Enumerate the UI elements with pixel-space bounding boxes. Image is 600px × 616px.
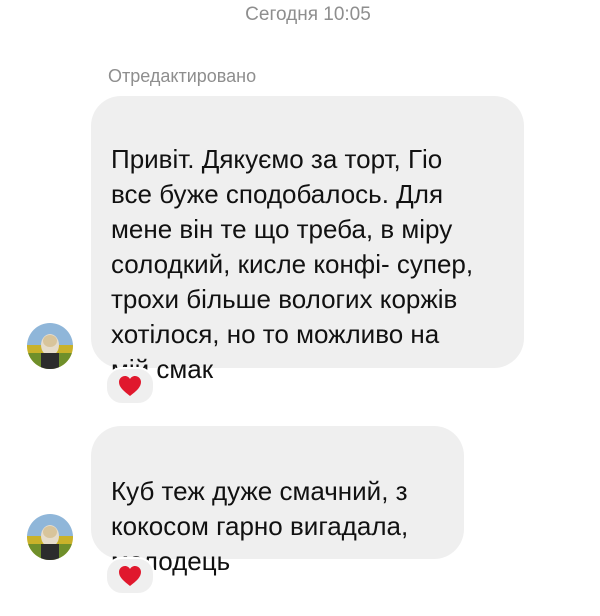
avatar-photo <box>27 514 73 560</box>
timestamp: Сегодня 10:05 <box>245 4 371 25</box>
message-text: Куб теж дуже смачний, з кокосом гарно ви… <box>111 476 409 576</box>
reaction-badge[interactable] <box>105 367 155 405</box>
avatar-photo <box>27 323 73 369</box>
reaction-badge[interactable] <box>105 557 155 595</box>
avatar[interactable] <box>27 323 73 369</box>
message-bubble[interactable]: Куб теж дуже смачний, з кокосом гарно ви… <box>91 426 464 576</box>
edited-label: Отредактировано <box>108 66 257 86</box>
message-text: Привіт. Дякуємо за торт, Гіо все буже сп… <box>111 144 474 384</box>
message-bubble[interactable]: Привіт. Дякуємо за торт, Гіо все буже сп… <box>91 96 524 384</box>
avatar[interactable] <box>27 514 73 560</box>
heart-icon <box>119 376 141 396</box>
heart-icon <box>119 566 141 586</box>
